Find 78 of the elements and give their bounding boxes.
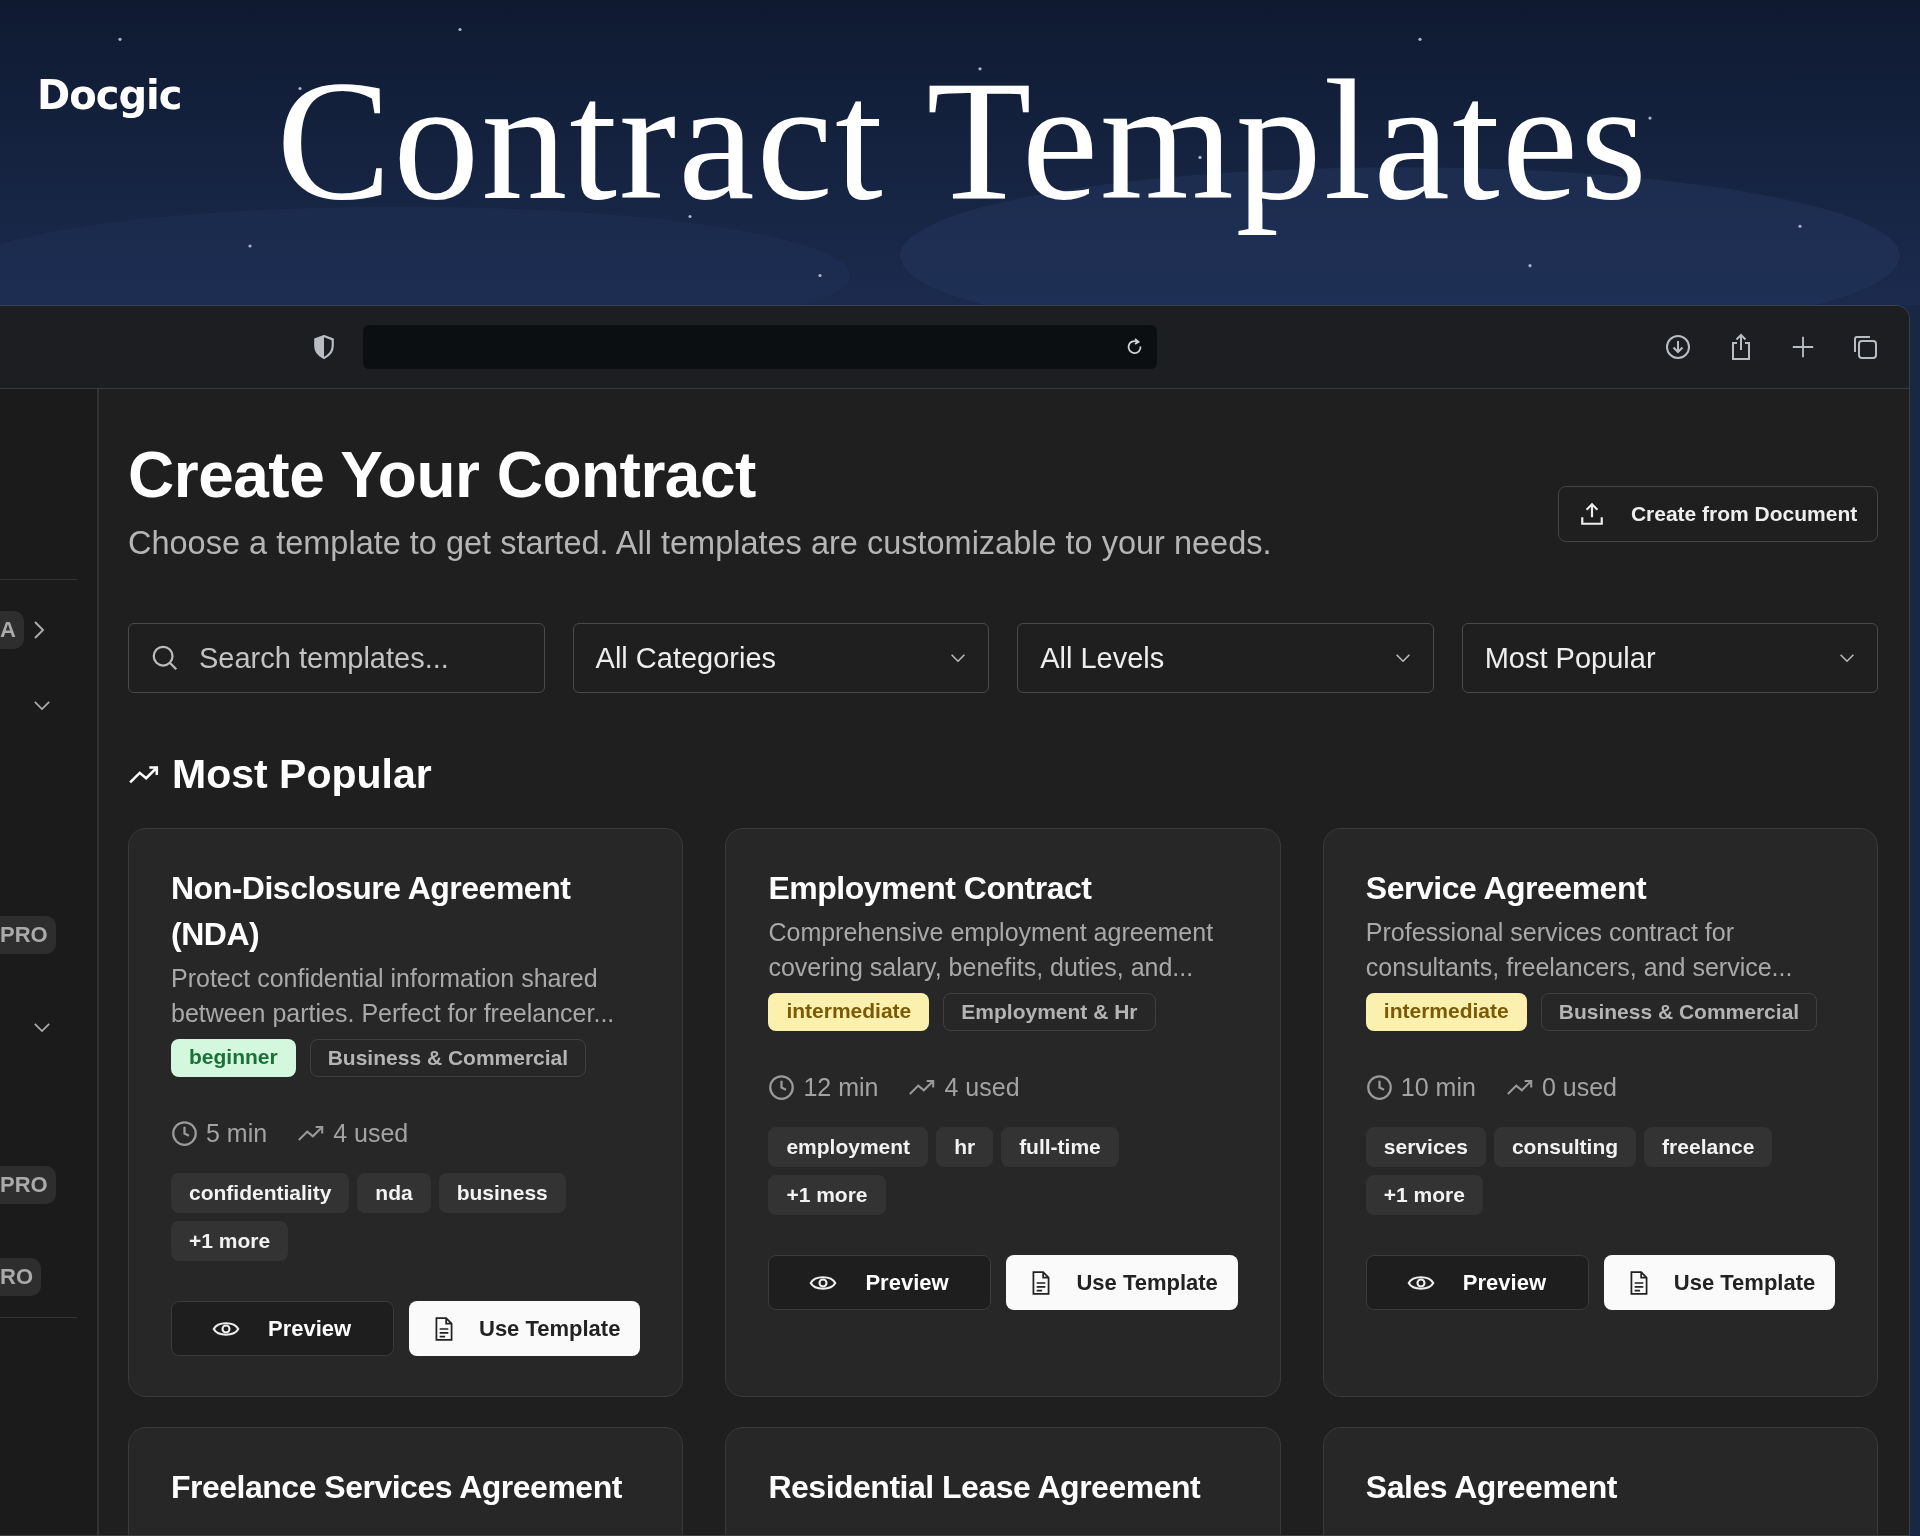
card-title: Residential Lease Agreement (768, 1468, 1202, 1507)
tag: full-time (1001, 1127, 1119, 1167)
chevron-down-icon (950, 653, 967, 663)
card-description: Protect confidential information shared between parties. Perfect for freelancer... (171, 963, 616, 1029)
template-card[interactable] (1322, 828, 1879, 1397)
category-badge: Business & Commercial (309, 1039, 587, 1077)
preview-button[interactable]: Preview (1365, 1255, 1589, 1310)
chevron-down-icon[interactable] (33, 1021, 51, 1033)
duration-text: 12 min (803, 1073, 879, 1102)
use-template-button[interactable]: Use Template (1603, 1255, 1836, 1310)
upload-icon (1578, 501, 1605, 527)
preview-button[interactable]: Preview (171, 1301, 394, 1356)
card-title: Sales Agreement (1365, 1468, 1618, 1507)
more-tags-badge: +1 more (171, 1221, 289, 1261)
chevron-right-icon[interactable] (33, 620, 45, 640)
template-card[interactable]: Sales Agreement (1322, 1427, 1879, 1535)
chevron-down-icon[interactable] (33, 699, 51, 711)
template-card[interactable] (128, 828, 684, 1397)
dropdown[interactable]: Most Popular (1461, 623, 1879, 693)
tabs-icon[interactable] (1851, 333, 1879, 361)
duration-text: 10 min (1400, 1073, 1476, 1102)
level-badge: intermediate (1365, 993, 1527, 1031)
dropdown[interactable]: All Levels (1017, 623, 1434, 693)
trend-icon (297, 1124, 326, 1143)
trend-icon (128, 763, 160, 786)
search-icon (150, 643, 180, 673)
card-description: Professional services contract for consultants, freelancers, and service... (1365, 917, 1794, 983)
tag: freelance (1644, 1127, 1773, 1167)
chevron-down-icon (1839, 653, 1856, 663)
logo[interactable]: Docgic (37, 70, 182, 120)
hero-title: Contract Templates (276, 44, 1649, 237)
pro-badge: RO (0, 1258, 41, 1296)
tag: consulting (1493, 1127, 1637, 1167)
chevron-down-icon (1394, 653, 1411, 663)
search-field[interactable]: Search templates... (128, 623, 545, 693)
usage-count: 4 used (944, 1073, 1020, 1102)
tag: hr (936, 1127, 994, 1167)
shield-icon[interactable] (313, 335, 335, 359)
pro-badge: PRO (0, 1166, 56, 1204)
level-badge: intermediate (768, 993, 930, 1031)
card-description: Comprehensive employment agreement covering salary, benefits, duties, and... (768, 917, 1215, 983)
level-badge: beginner (171, 1039, 296, 1077)
clock-icon (1365, 1074, 1393, 1101)
card-title: Employment Contract (768, 869, 1093, 908)
plus-icon[interactable] (1790, 334, 1816, 360)
usage-count: 4 used (333, 1119, 409, 1148)
preview-button[interactable]: Preview (768, 1255, 992, 1310)
pro-badge: PRO (0, 916, 56, 954)
clock-icon (768, 1074, 796, 1101)
card-title: Non-Disclosure Agreement (NDA) (171, 869, 572, 954)
template-card[interactable]: Employment Contract Comprehensive employment agreement covering salary, benefits, duties, and... intermediate Employment & Hr 12 min 4 used employment hr full-time +1 more Preview Use Template (725, 828, 1281, 1397)
download-icon[interactable] (1664, 333, 1692, 361)
card-title: Service Agreement (1365, 869, 1648, 908)
pro-badge: A (0, 611, 24, 649)
tag: nda (357, 1173, 431, 1213)
tag: employment (768, 1127, 929, 1167)
more-tags-badge: +1 more (1365, 1175, 1483, 1215)
page-subtitle: Choose a template to get started. All templates are customizable to your needs. (128, 524, 1272, 563)
dropdown[interactable]: All Categories (572, 623, 990, 693)
duration-text: 5 min (206, 1119, 268, 1148)
card-title: Freelance Services Agreement (171, 1468, 623, 1507)
template-card[interactable]: Freelance Services Agreement (128, 1427, 684, 1535)
more-tags-badge: +1 more (768, 1175, 886, 1215)
create-from-document-button[interactable]: Create from Document (1557, 486, 1879, 542)
template-card[interactable]: Residential Lease Agreement (725, 1427, 1281, 1535)
use-template-button[interactable]: Use Template (1006, 1255, 1238, 1310)
usage-count: 0 used (1541, 1073, 1617, 1102)
clock-icon (171, 1120, 198, 1147)
category-badge: Business & Commercial (1540, 993, 1818, 1031)
use-template-button[interactable]: Use Template (409, 1301, 641, 1356)
page-title: Create Your Contract (128, 439, 757, 511)
tag: services (1365, 1127, 1486, 1167)
trend-icon (1505, 1078, 1534, 1097)
tag: business (438, 1173, 566, 1213)
tag: confidentiality (171, 1173, 350, 1213)
section-title: Most Popular (172, 751, 432, 798)
category-badge: Employment & Hr (943, 993, 1156, 1031)
trend-icon (908, 1078, 937, 1097)
